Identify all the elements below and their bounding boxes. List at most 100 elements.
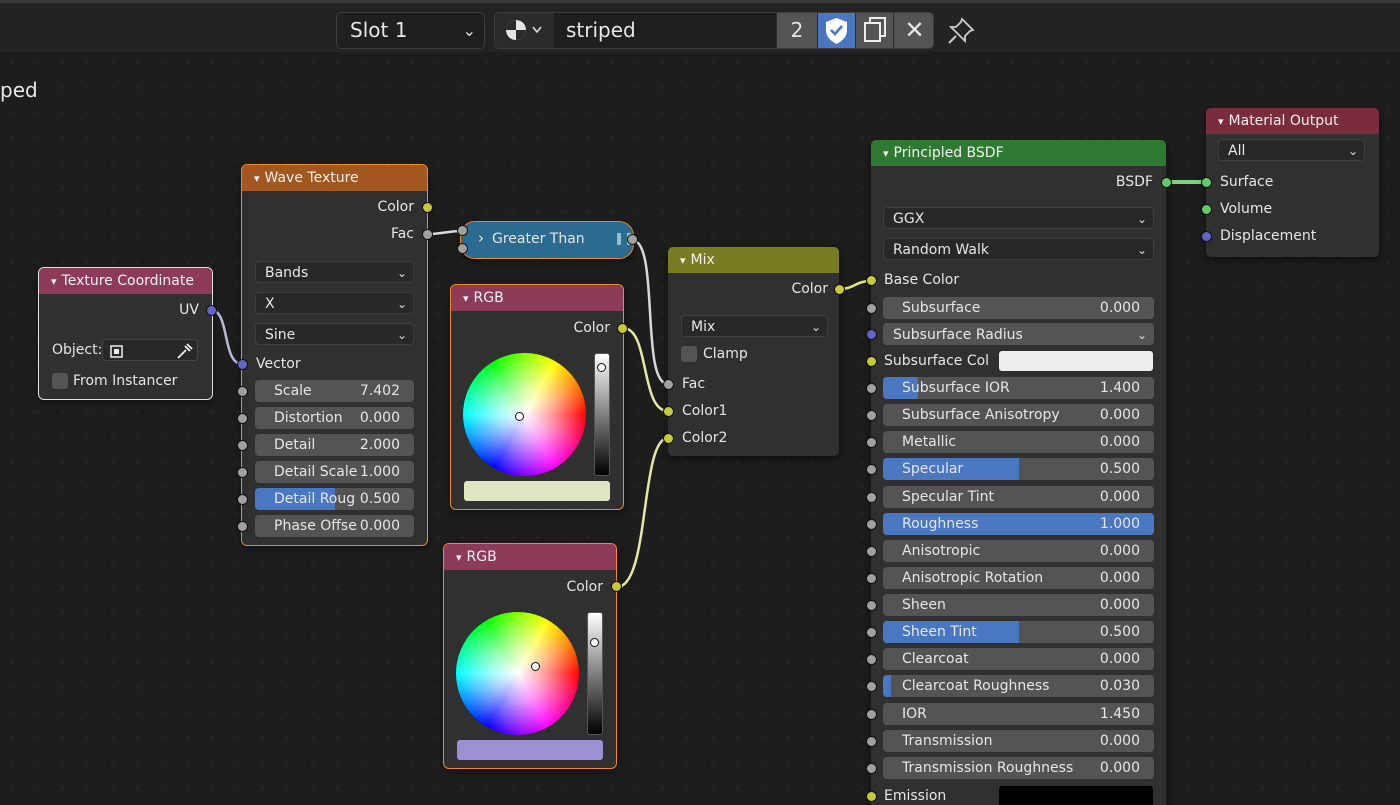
mix-rgb-node[interactable]: ▾ Mix Color Mix ⌄ Clamp Fac Color1 Color2 [663, 247, 845, 456]
field-input-socket[interactable] [866, 519, 877, 530]
pin-button[interactable] [946, 16, 976, 46]
subsurface-radius-dropdown[interactable]: Subsurface Radius ⌄ [883, 323, 1154, 345]
greater-input-socket-2[interactable] [457, 243, 468, 254]
field-input-socket[interactable] [866, 709, 877, 720]
collapse-icon[interactable]: ▾ [254, 166, 260, 192]
collapse-icon[interactable]: ▾ [456, 545, 462, 571]
node-header[interactable]: ▾ Texture Coordinate [39, 268, 212, 294]
field-input-socket[interactable] [866, 383, 877, 394]
principled-bsdf-node[interactable]: ▾ Principled BSDF BSDF GGX ⌄ Random Walk ⌄ … [866, 140, 1172, 805]
color1-input-socket[interactable] [663, 406, 674, 417]
emission-socket[interactable] [866, 791, 877, 802]
wave-type-dropdown[interactable]: Bands ⌄ [255, 261, 414, 283]
browse-material-button[interactable] [495, 13, 553, 48]
displacement-input-socket[interactable] [1201, 231, 1212, 242]
field-input-socket[interactable] [237, 440, 248, 451]
node-header[interactable]: ▾ Mix [668, 247, 839, 273]
field-input-socket[interactable] [866, 763, 877, 774]
rgb-node-1[interactable]: ▾ RGB Color [450, 284, 628, 510]
distribution-dropdown[interactable]: GGX ⌄ [883, 207, 1154, 229]
field-input-socket[interactable] [237, 467, 248, 478]
greater-input-socket-1[interactable] [457, 225, 468, 236]
field-input-socket[interactable] [866, 736, 877, 747]
field-input-socket[interactable] [866, 437, 877, 448]
value-slider-field[interactable]: Metallic 0.000 [883, 431, 1154, 453]
field-input-socket[interactable] [237, 521, 248, 532]
collapse-icon[interactable]: ▾ [883, 141, 889, 167]
field-input-socket[interactable] [866, 654, 877, 665]
clamp-checkbox[interactable] [681, 346, 697, 362]
emission-color-swatch[interactable] [999, 786, 1153, 805]
color-output-socket[interactable] [617, 323, 628, 334]
value-slider-field[interactable]: IOR 1.450 [883, 703, 1154, 725]
field-input-socket[interactable] [237, 386, 248, 397]
node-header[interactable]: ▾ Material Output [1206, 108, 1379, 134]
node-header[interactable]: ▾ RGB [444, 544, 616, 570]
fake-user-button[interactable] [818, 13, 855, 48]
base-color-input-socket[interactable] [866, 275, 877, 286]
value-slider-field[interactable]: Specular Tint 0.000 [883, 486, 1154, 508]
blend-mode-dropdown[interactable]: Mix ⌄ [681, 315, 828, 337]
collapse-icon[interactable]: ▾ [51, 269, 57, 295]
color-swatch[interactable] [464, 481, 610, 501]
volume-input-socket[interactable] [1201, 204, 1212, 215]
color-wheel-cursor[interactable] [515, 412, 524, 421]
unlink-material-button[interactable]: ✕ [894, 13, 933, 48]
color-wheel[interactable] [456, 612, 579, 735]
surface-input-socket[interactable] [1201, 177, 1212, 188]
value-slider-field[interactable]: Sheen Tint 0.500 [883, 621, 1154, 643]
eyedropper-icon[interactable] [174, 341, 194, 361]
vector-input-socket[interactable] [237, 359, 248, 370]
collapse-icon[interactable]: ▾ [463, 286, 469, 312]
subsurface-color-socket[interactable] [866, 356, 877, 367]
value-slider-cursor[interactable] [590, 638, 599, 647]
value-slider-field[interactable]: Anisotropic 0.000 [883, 540, 1154, 562]
field-input-socket[interactable] [237, 413, 248, 424]
value-slider-field[interactable]: Distortion 0.000 [255, 407, 414, 429]
value-slider-field[interactable]: Detail 2.000 [255, 434, 414, 456]
subsurface-radius-socket[interactable] [866, 329, 877, 340]
value-slider-field[interactable]: Subsurface IOR 1.400 [883, 377, 1154, 399]
wave-profile-dropdown[interactable]: Sine ⌄ [255, 323, 414, 345]
uv-output-socket[interactable] [206, 305, 217, 316]
subsurface-method-dropdown[interactable]: Random Walk ⌄ [883, 238, 1154, 260]
value-slider-field[interactable]: Transmission 0.000 [883, 730, 1154, 752]
value-slider-field[interactable]: Clearcoat 0.000 [883, 648, 1154, 670]
value-slider-field[interactable]: Subsurface Anisotropy 0.000 [883, 404, 1154, 426]
value-slider-field[interactable]: Phase Offse 0.000 [255, 515, 414, 537]
field-input-socket[interactable] [866, 546, 877, 557]
node-header[interactable]: ▾ Wave Texture [242, 165, 427, 191]
field-input-socket[interactable] [866, 303, 877, 314]
color2-input-socket[interactable] [663, 433, 674, 444]
fac-input-socket[interactable] [663, 379, 674, 390]
color-output-socket[interactable] [834, 284, 845, 295]
field-input-socket[interactable] [866, 492, 877, 503]
subsurface-color-swatch[interactable] [999, 351, 1153, 371]
bsdf-output-socket[interactable] [1161, 177, 1172, 188]
value-slider-field[interactable]: Subsurface 0.000 [883, 297, 1154, 319]
object-field[interactable] [102, 339, 198, 361]
material-slot-dropdown[interactable]: Slot 1 ⌄ [336, 12, 485, 49]
from-instancer-checkbox[interactable] [52, 373, 68, 389]
field-input-socket[interactable] [866, 410, 877, 421]
greater-than-node[interactable]: › Greater Than ❚❚ [457, 221, 638, 259]
bands-direction-dropdown[interactable]: X ⌄ [255, 292, 414, 314]
value-slider-field[interactable]: Sheen 0.000 [883, 594, 1154, 616]
node-header[interactable]: ▾ RGB [451, 285, 623, 311]
color-swatch[interactable] [457, 740, 603, 760]
value-slider[interactable] [587, 612, 603, 735]
chevron-right-icon[interactable]: › [478, 229, 484, 247]
color-output-socket[interactable] [611, 581, 622, 592]
value-slider-field[interactable]: Clearcoat Roughness 0.030 [883, 675, 1154, 697]
value-slider-field[interactable]: Specular 0.500 [883, 458, 1154, 480]
material-name-field[interactable]: striped [554, 13, 776, 48]
color-output-socket[interactable] [422, 202, 433, 213]
collapse-icon[interactable]: ▾ [1218, 109, 1224, 135]
value-slider-cursor[interactable] [597, 363, 606, 372]
rgb-node-2[interactable]: ▾ RGB Color [443, 543, 622, 769]
fac-output-socket[interactable] [422, 229, 433, 240]
field-input-socket[interactable] [866, 573, 877, 584]
target-dropdown[interactable]: All ⌄ [1218, 139, 1365, 161]
value-slider-field[interactable]: Detail Scale 1.000 [255, 461, 414, 483]
greater-output-socket[interactable] [627, 234, 638, 245]
